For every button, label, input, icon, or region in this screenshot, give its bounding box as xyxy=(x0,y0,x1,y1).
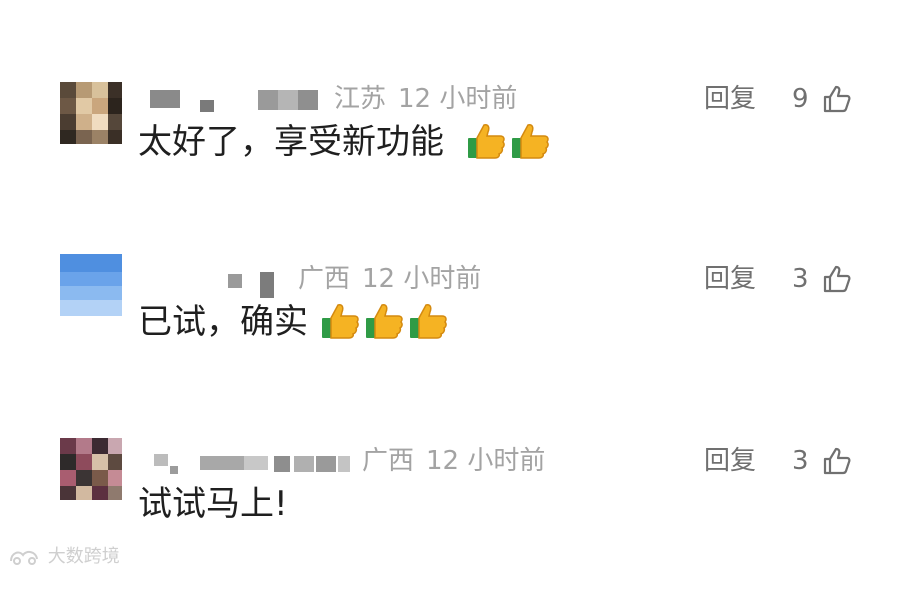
reply-button[interactable]: 回复 xyxy=(704,262,756,296)
emoji-group xyxy=(466,120,554,164)
comment-meta: 广西 12 小时前 xyxy=(298,262,481,296)
thumbs-up-emoji-icon xyxy=(512,124,549,159)
avatar[interactable] xyxy=(60,254,122,316)
comment-time: 12 小时前 xyxy=(362,264,482,294)
comment-location: 广西 xyxy=(298,264,351,294)
like-count: 3 xyxy=(792,264,809,294)
thumbs-up-emoji-icon xyxy=(322,304,359,339)
like-count: 3 xyxy=(792,446,809,476)
emoji-group xyxy=(320,300,452,344)
reply-button[interactable]: 回复 xyxy=(704,444,756,478)
comment-location: 江苏 xyxy=(334,84,387,114)
username-redacted[interactable] xyxy=(150,450,360,474)
comment-meta: 广西 12 小时前 xyxy=(362,444,545,478)
thumbs-up-emoji-icon xyxy=(366,304,403,339)
comment-time: 12 小时前 xyxy=(426,446,546,476)
watermark: 大数跨境 xyxy=(8,546,120,568)
like-count: 9 xyxy=(792,84,809,114)
username-redacted[interactable] xyxy=(150,88,330,112)
comment-text: 试试马上! xyxy=(138,484,288,524)
username-redacted[interactable] xyxy=(228,268,288,298)
thumbs-up-outline-icon[interactable] xyxy=(822,446,852,476)
comment-location: 广西 xyxy=(362,446,415,476)
avatar[interactable] xyxy=(60,82,122,144)
comment-1: 江苏 12 小时前 回复 9 太好了，享受新功能 xyxy=(0,82,900,242)
comment-meta: 江苏 12 小时前 xyxy=(334,82,517,116)
dashu-logo-icon xyxy=(10,550,38,565)
thumbs-up-emoji-icon xyxy=(468,124,505,159)
thumbs-up-outline-icon[interactable] xyxy=(822,264,852,294)
comment-2: 广西 12 小时前 回复 3 已试，确实 xyxy=(0,254,900,422)
thumbs-up-emoji-icon xyxy=(410,304,447,339)
thumbs-up-outline-icon[interactable] xyxy=(822,84,852,114)
comment-text: 太好了，享受新功能 xyxy=(138,122,444,162)
comment-text: 已试，确实 xyxy=(138,302,308,342)
watermark-text: 大数跨境 xyxy=(47,546,120,567)
comment-time: 12 小时前 xyxy=(398,84,518,114)
reply-button[interactable]: 回复 xyxy=(704,82,756,116)
avatar[interactable] xyxy=(60,438,122,500)
comment-3: 广西 12 小时前 回复 3 试试马上! xyxy=(0,438,900,604)
